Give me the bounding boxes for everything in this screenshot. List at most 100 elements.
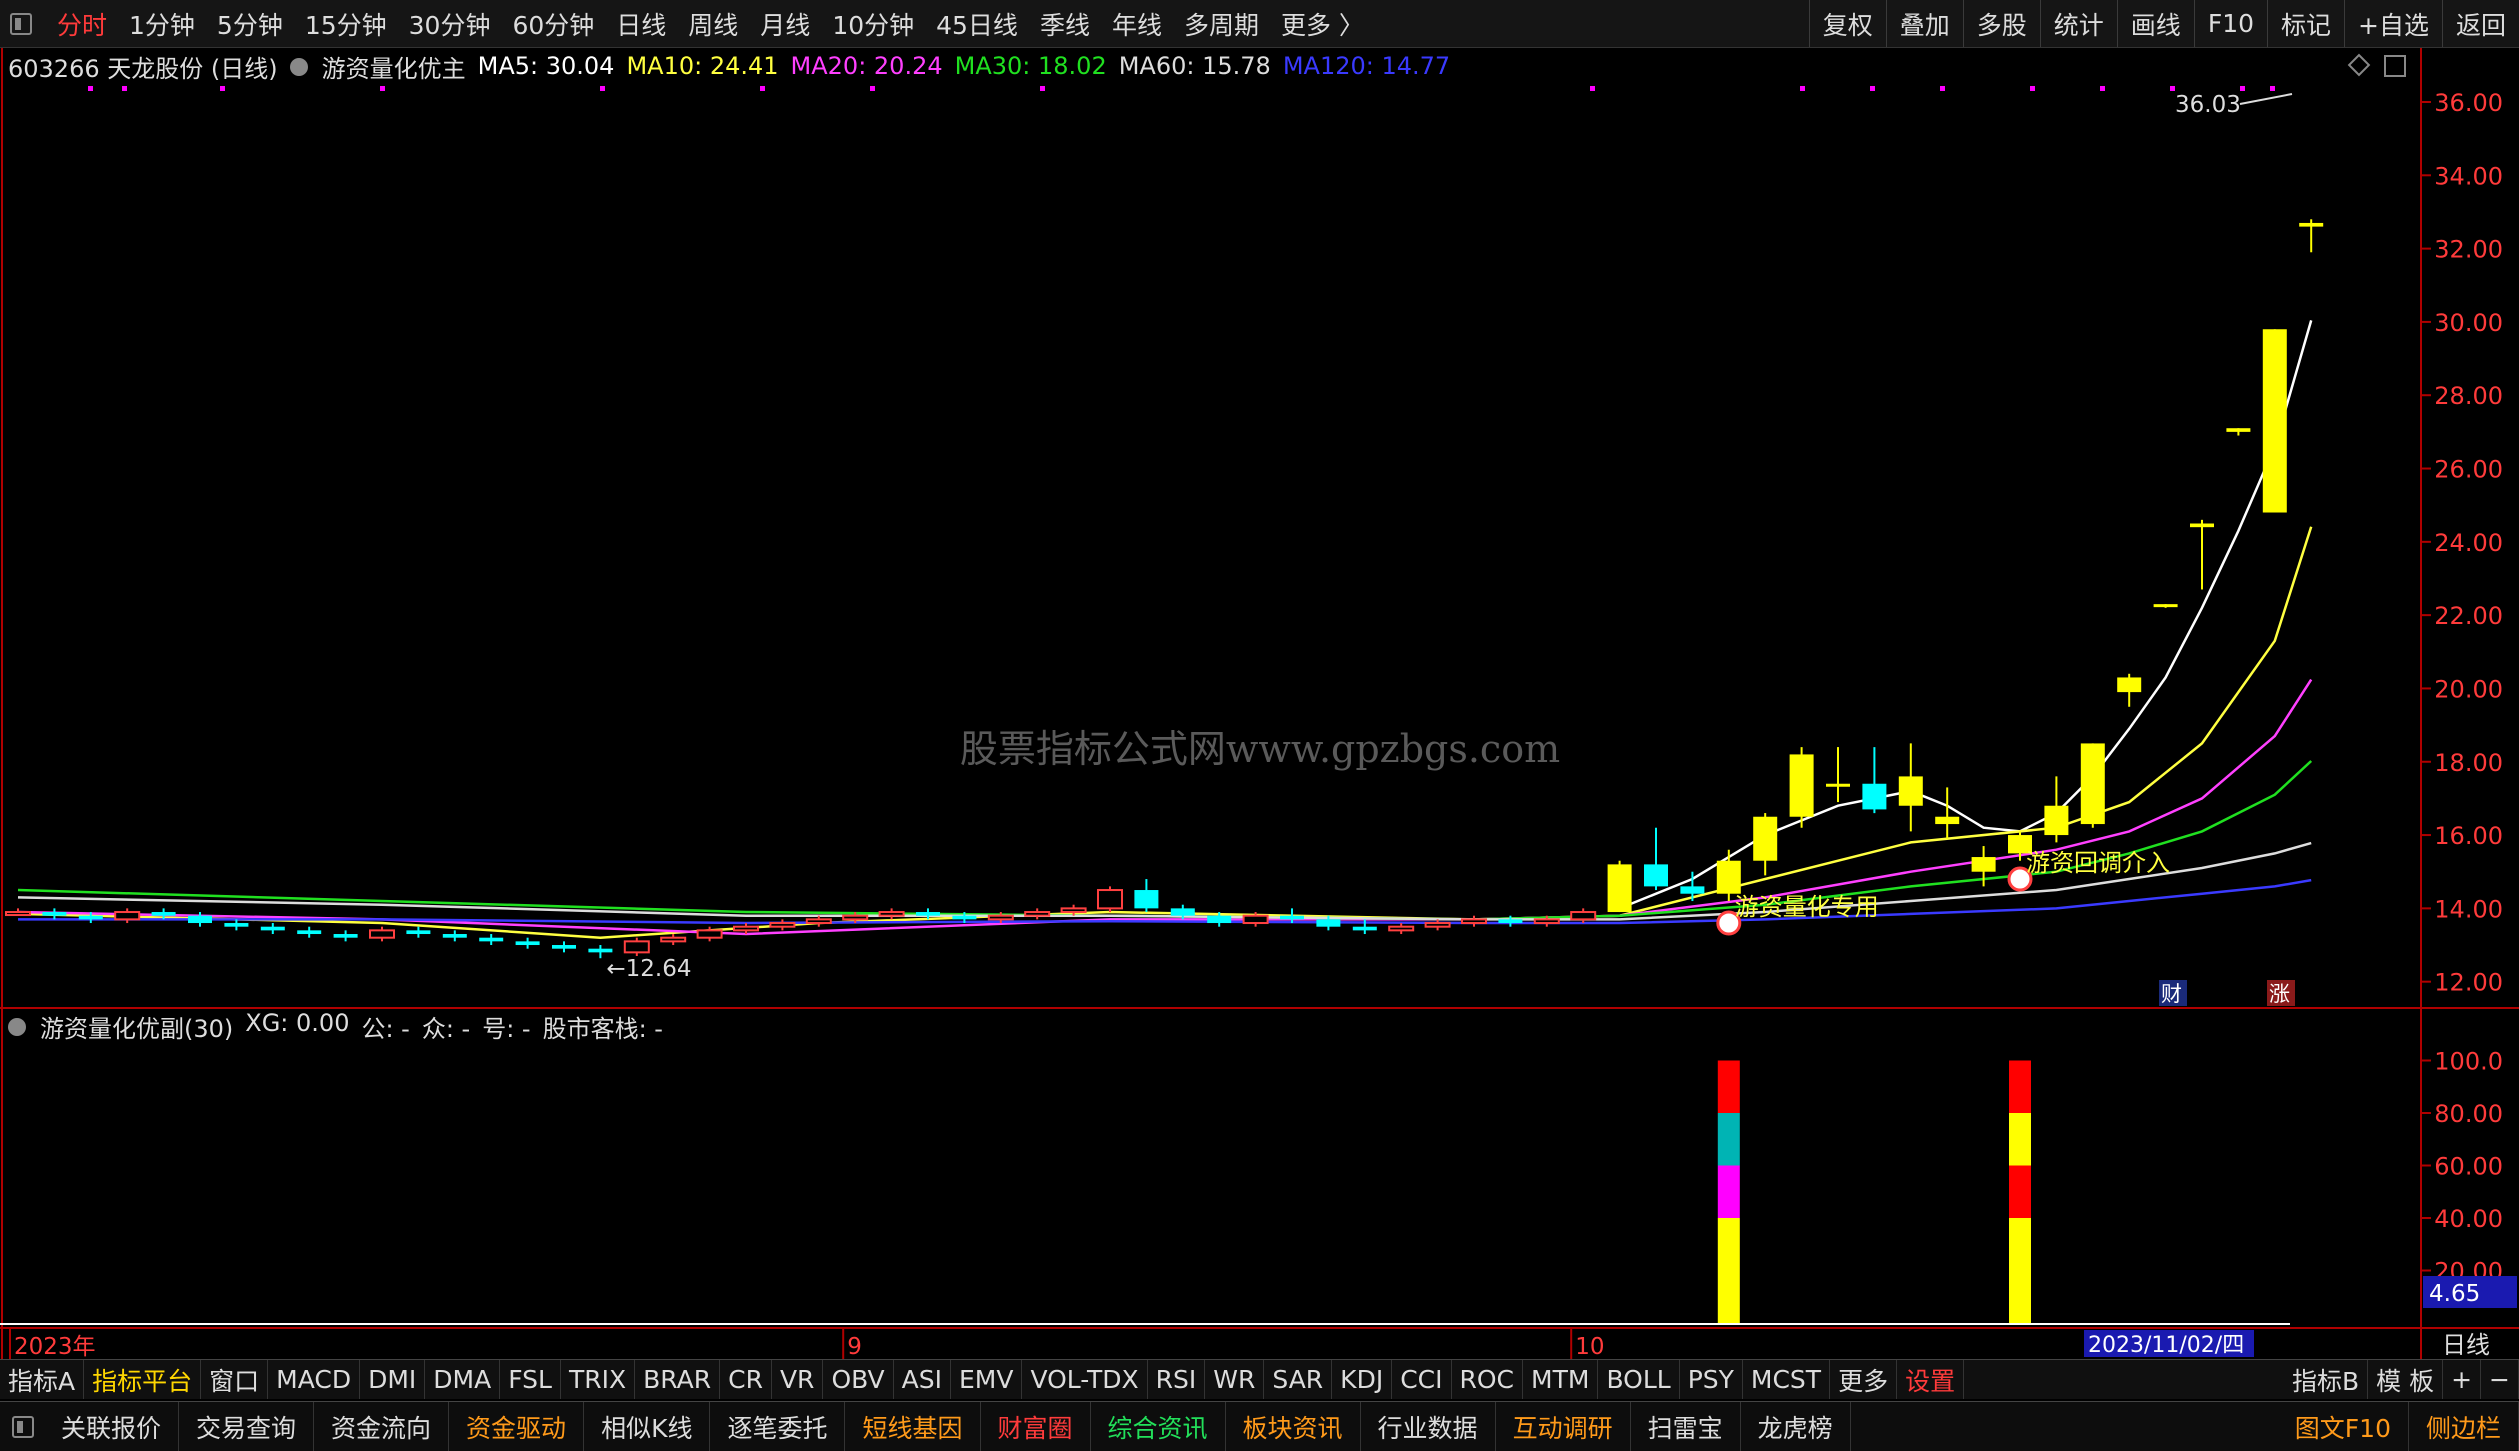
sub-value-item: 号: -: [482, 1014, 531, 1043]
signal-dot: [1940, 86, 1945, 91]
candle-body: [442, 934, 467, 938]
period-label: 日线: [2442, 1331, 2490, 1359]
function-button[interactable]: 行业数据: [1361, 1402, 1496, 1451]
price-tick-label: 18.00: [2434, 749, 2503, 777]
sub-tick-label: 80.00: [2434, 1100, 2503, 1128]
indicator-tab[interactable]: MTM: [1523, 1360, 1599, 1399]
indicator-tab[interactable]: CR: [720, 1360, 772, 1399]
candle-body: [1753, 816, 1778, 861]
indicator-tab[interactable]: VR: [772, 1360, 824, 1399]
candle-body: [878, 911, 905, 917]
x-tick-label: 9: [847, 1334, 862, 1359]
function-button[interactable]: 互动调研: [1496, 1402, 1631, 1451]
function-button[interactable]: 资金驱动: [449, 1402, 585, 1451]
indicator-tab[interactable]: 设置: [1897, 1360, 1965, 1399]
candle-body: [1134, 890, 1159, 909]
indicator-tab[interactable]: ROC: [1452, 1360, 1524, 1399]
function-button[interactable]: 相似K线: [584, 1402, 711, 1451]
indicator-tab[interactable]: 指标A: [0, 1360, 85, 1399]
indicator-tab[interactable]: TRIX: [561, 1360, 636, 1399]
candle-body: [1024, 911, 1051, 917]
candle-body: [769, 922, 796, 928]
candle-body: [696, 929, 723, 939]
indicator-tab[interactable]: SAR: [1264, 1360, 1333, 1399]
function-button[interactable]: 短线基因: [845, 1402, 981, 1451]
indicator-tab[interactable]: 指标平台: [84, 1360, 202, 1399]
indicator-side-button[interactable]: +: [2443, 1360, 2482, 1399]
ma-legend-item: MA60: 15.78: [1118, 52, 1271, 80]
function-button[interactable]: 财富圈: [981, 1402, 1091, 1451]
main-indicator-name[interactable]: 游资量化优主: [322, 49, 466, 84]
function-button[interactable]: 关联报价: [44, 1402, 180, 1451]
ma-legend-item: MA5: 30.04: [477, 52, 615, 80]
indicator-side-button[interactable]: 模 板: [2368, 1360, 2444, 1399]
signal-dot: [380, 86, 385, 91]
function-button[interactable]: 逐笔委托: [710, 1402, 846, 1451]
ma-legend-item: MA120: 14.77: [1282, 52, 1451, 80]
indicator-tab[interactable]: RSI: [1148, 1360, 1206, 1399]
candle-body: [588, 948, 613, 953]
indicator-tab[interactable]: BOLL: [1598, 1360, 1680, 1399]
function-button[interactable]: 扫雷宝: [1631, 1402, 1741, 1451]
sub-info-line: 游资量化优副(30) XG: 0.00 公: - 众: - 号: - 股市客栈: -: [8, 1008, 675, 1044]
indicator-tab[interactable]: 更多: [1830, 1360, 1898, 1399]
sub-value-item: 众: -: [421, 1014, 471, 1043]
candle-body: [2190, 523, 2214, 528]
signal-dot: [2100, 86, 2105, 91]
indicator-tab[interactable]: FSL: [500, 1360, 561, 1399]
indicator-tab[interactable]: OBV: [823, 1360, 894, 1399]
indicator-tab[interactable]: VOL-TDX: [1022, 1360, 1148, 1399]
function-button[interactable]: 综合资讯: [1091, 1402, 1226, 1451]
ma-legend-item: MA20: 20.24: [790, 52, 943, 80]
indicator-tab[interactable]: PSY: [1680, 1360, 1743, 1399]
indicator-tab[interactable]: WR: [1205, 1360, 1265, 1399]
indicator-tab[interactable]: EMV: [951, 1360, 1023, 1399]
price-tick-label: 12.00: [2434, 969, 2503, 997]
candle-body: [1424, 922, 1451, 928]
function-button[interactable]: 板块资讯: [1226, 1402, 1361, 1451]
function-button[interactable]: 资金流向: [314, 1402, 450, 1451]
candle-body: [260, 926, 285, 931]
panel-icon[interactable]: [2384, 55, 2406, 77]
candle-body: [151, 912, 176, 916]
indicator-tab[interactable]: MACD: [268, 1360, 361, 1399]
diamond-icon[interactable]: [2347, 53, 2371, 77]
badge-zhang-label: 涨: [2269, 982, 2290, 1006]
sub-value-item: 公: -: [361, 1014, 410, 1043]
candle-body: [224, 923, 249, 927]
sub-indicator-name[interactable]: 游资量化优副(30): [40, 1009, 233, 1044]
indicator-side-button[interactable]: 指标B: [2284, 1360, 2369, 1399]
indicator-tab[interactable]: CCI: [1392, 1360, 1452, 1399]
function-right-buttons: 图文F10 侧边栏: [2278, 1402, 2519, 1451]
candle-body: [1716, 860, 1741, 894]
function-button[interactable]: 龙虎榜: [1741, 1402, 1851, 1451]
function-side-button[interactable]: 图文F10: [2278, 1402, 2409, 1451]
sub-tick-label: 60.00: [2434, 1153, 2503, 1181]
indicator-right-buttons: 指标B 模 板 + −: [2284, 1360, 2519, 1399]
indicator-toggle-icon[interactable]: [289, 52, 316, 80]
indicator-tab[interactable]: KDJ: [1332, 1360, 1393, 1399]
function-side-button[interactable]: 侧边栏: [2409, 1402, 2519, 1451]
price-tick-label: 22.00: [2434, 602, 2503, 630]
sub-value-item: XG: 0.00: [245, 1008, 350, 1037]
indicator-tab[interactable]: DMA: [425, 1360, 501, 1399]
sub-bar-segment: [1717, 1165, 1740, 1218]
indicator-tab[interactable]: MCST: [1743, 1360, 1831, 1399]
price-tick-label: 36.00: [2434, 89, 2503, 117]
indicator-side-button[interactable]: −: [2481, 1360, 2519, 1399]
signal-dot: [2030, 86, 2035, 91]
indicator-tab[interactable]: DMI: [360, 1360, 426, 1399]
indicator-tab[interactable]: ASI: [894, 1360, 951, 1399]
panel-toggle-icon[interactable]: [12, 1415, 34, 1438]
sub-bar-segment: [2009, 1060, 2031, 1113]
function-button[interactable]: 交易查询: [179, 1402, 315, 1451]
indicator-tab[interactable]: 窗口: [201, 1360, 269, 1399]
candle-body: [2153, 604, 2178, 608]
indicator-tab[interactable]: BRAR: [635, 1360, 721, 1399]
function-buttons: 关联报价 交易查询 资金流向 资金驱动 相似K线 逐笔委托 短线基因 财富圈 综合资讯 板块资讯行…: [44, 1402, 1851, 1451]
sub-indicator-toggle-icon[interactable]: [8, 1012, 34, 1040]
main-info-line: 603266 天龙股份 (日线) 游资量化优主 MA5: 30.04 MA10: …: [8, 49, 1462, 84]
candle-body: [1388, 925, 1415, 932]
price-tick-label: 28.00: [2434, 382, 2503, 410]
signal-marker-2-label: 游资回调介入: [2026, 849, 2170, 877]
